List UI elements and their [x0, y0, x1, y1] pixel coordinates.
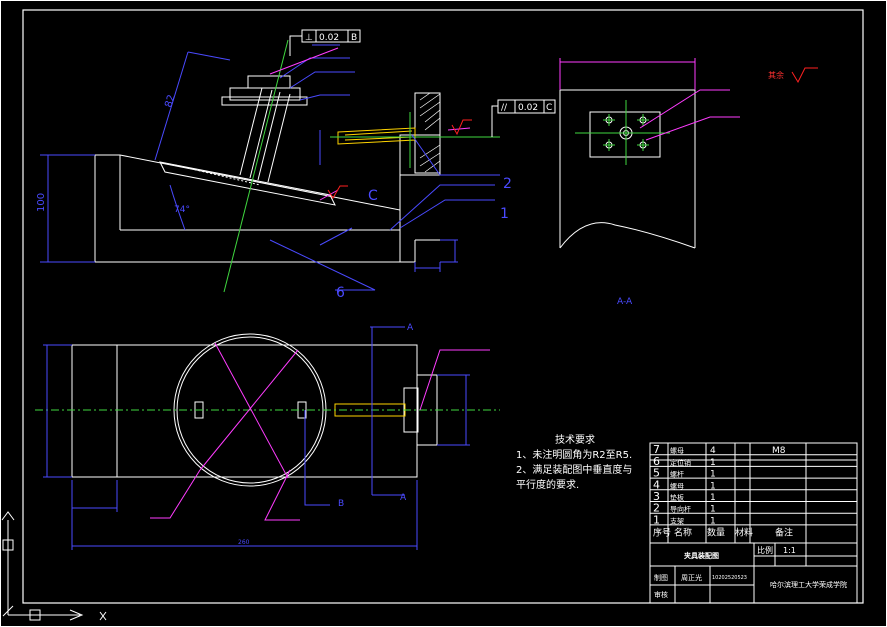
- drawn-by: 周正光: [681, 573, 702, 582]
- bom-header-material: 材料: [735, 527, 753, 539]
- tech-requirements: 技术要求 1、未注明圆角为R2至R5. 2、满足装配图中垂直度与 平行度的要求.: [516, 433, 632, 491]
- bom-cell-no: 1: [653, 513, 660, 526]
- ucs-icon: [1, 511, 107, 621]
- tol2-ref: C: [546, 103, 552, 113]
- dim-100-text: 100: [36, 193, 47, 212]
- callout-a-bottom: A: [400, 493, 407, 503]
- student-no: 10202520523: [712, 575, 747, 581]
- bom-cell-qty: 1: [710, 505, 716, 515]
- section-aa-dims: [559, 58, 740, 141]
- section-aa-view: [559, 89, 696, 249]
- tech-line-3: 平行度的要求.: [516, 478, 579, 491]
- title-block-text: 夹具装配图 比例 1:1 制图 周正光 10202520523 审核 哈尔滨理工…: [654, 545, 847, 599]
- tol1-symbol: ⊥: [305, 33, 313, 43]
- bom-header-qty: 数量: [707, 527, 725, 539]
- bom-cell-note: M8: [772, 446, 786, 456]
- bom-cell-name: 导向杆: [670, 505, 691, 514]
- callout-b: B: [338, 499, 344, 509]
- scale-label: 比例: [757, 545, 773, 555]
- bom-cell-name: 定位销: [670, 458, 691, 467]
- reviewed-label: 审核: [654, 590, 668, 599]
- rough-label: 其余: [768, 70, 784, 80]
- roughness-symbols: [327, 67, 818, 199]
- scale-value: 1:1: [783, 546, 796, 555]
- tech-line-2: 2、满足装配图中垂直度与: [516, 463, 632, 476]
- callouts-front: C 1 2 6: [336, 176, 512, 301]
- bom-cell-qty: 1: [710, 470, 716, 480]
- callout-6: 6: [336, 285, 345, 301]
- drawn-label: 制图: [654, 573, 668, 582]
- bom-cell-qty: 1: [710, 493, 716, 503]
- tol2-symbol: //: [501, 103, 508, 113]
- inner-border: [22, 9, 864, 604]
- top-view-dims: [43, 326, 470, 550]
- section-aa-centers: [575, 100, 670, 165]
- bom-header-name: 名称: [674, 527, 692, 539]
- bom-cell-name: 垫板: [670, 493, 684, 502]
- callout-1: 1: [500, 206, 509, 222]
- outer-border: [0, 0, 887, 627]
- front-view: [94, 75, 441, 263]
- leaders-front: [269, 57, 500, 291]
- dimensions-front: [40, 44, 458, 272]
- bom-header-no: 序号: [653, 527, 671, 539]
- dim-260-text: 260: [238, 539, 250, 546]
- cad-drawing: 100 82 74° C 1 2 6 其余 ⊥ 0.02 B // 0.02 C…: [0, 0, 887, 627]
- bom-rows: 7 螺母 4 M86 定位销 15 螺杆 14 螺母 13 垫板 12 导向杆 11 支架 1序号 名称 数量 材料…: [650, 443, 857, 539]
- tol1-ref: B: [351, 33, 357, 43]
- callout-2: 2: [503, 176, 512, 192]
- bom-cell-qty: 4: [710, 446, 716, 456]
- drawing-title: 夹具装配图: [684, 551, 719, 560]
- title-block: [649, 542, 858, 604]
- guide-rod: [337, 127, 416, 145]
- tol1-value: 0.02: [319, 33, 339, 43]
- bom-cell-qty: 1: [710, 481, 716, 491]
- dim-text-front: 100 82 74°: [36, 93, 190, 215]
- callout-c: C: [368, 188, 378, 204]
- bom-cell-qty: 1: [710, 458, 716, 468]
- center-lines-front: [223, 39, 500, 293]
- tol2-value: 0.02: [518, 103, 538, 113]
- school-name: 哈尔滨理工大学荣成学院: [770, 580, 847, 589]
- tolerance-frame-2: // 0.02 C: [491, 99, 556, 137]
- drawing-canvas: 100 82 74° C 1 2 6 其余 ⊥ 0.02 B // 0.02 C…: [0, 0, 887, 627]
- bom-cell-name: 支架: [670, 516, 684, 525]
- section-label: A-A: [617, 297, 633, 307]
- tolerance-frame-1: ⊥ 0.02 B: [289, 29, 361, 56]
- angle-text: 74°: [174, 205, 190, 215]
- dim-82-text: 82: [163, 93, 177, 108]
- callout-a-top: A: [407, 323, 414, 333]
- bom-header-note: 备注: [775, 527, 793, 539]
- tech-line-1: 1、未注明圆角为R2至R5.: [516, 448, 632, 461]
- bom-cell-name: 螺母: [670, 446, 684, 455]
- bom-cell-name: 螺母: [670, 481, 684, 490]
- bom-cell-name: 螺杆: [670, 470, 684, 479]
- bom-cell-qty: 1: [710, 516, 716, 526]
- tech-heading: 技术要求: [555, 433, 595, 446]
